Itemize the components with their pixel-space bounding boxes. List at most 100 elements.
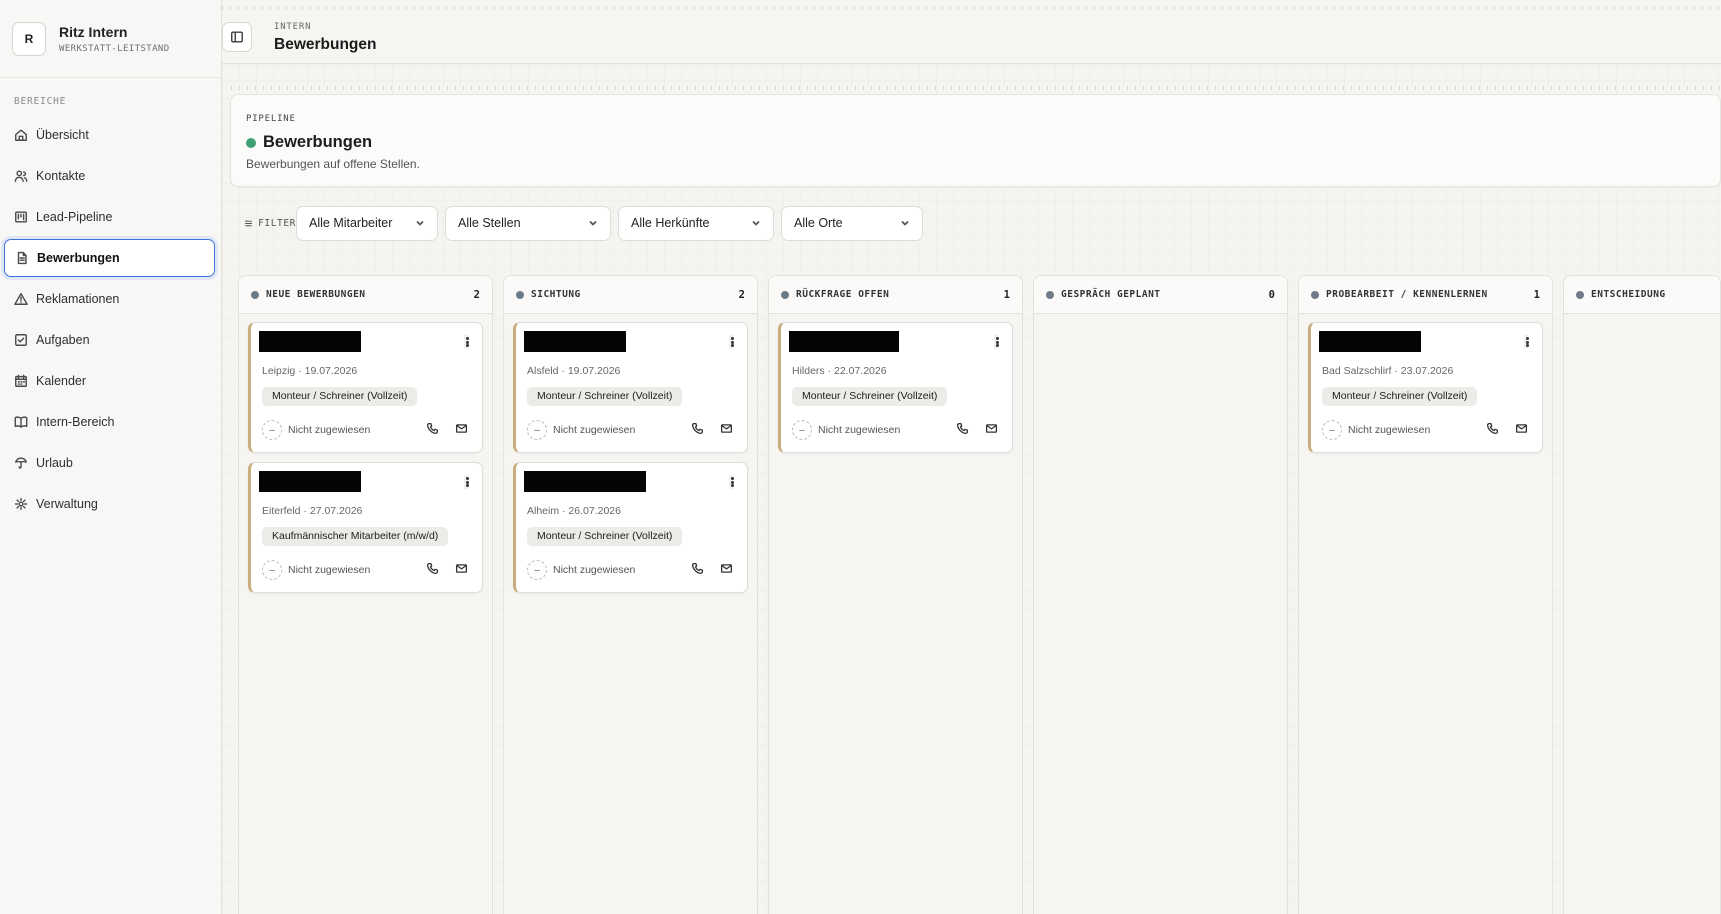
file-icon (17, 251, 27, 265)
application-card[interactable]: Alheim · 26.07.2026 Monteur / Schreiner … (513, 462, 748, 593)
sidebar-item-label: Übersicht (36, 128, 89, 142)
more-options-button[interactable] (994, 335, 999, 349)
column-count: 1 (1003, 288, 1010, 301)
more-options-button[interactable] (729, 335, 734, 349)
application-card[interactable]: Alsfeld · 19.07.2026 Monteur / Schreiner… (513, 322, 748, 453)
filter-label: FILTER (230, 217, 296, 230)
assignee-avatar: – (792, 420, 812, 440)
sidebar-item-label: Kalender (36, 374, 87, 388)
card-location-date: Alsfeld · 19.07.2026 (527, 365, 621, 377)
sidebar-item-lead-pipeline[interactable]: Lead-Pipeline (4, 198, 215, 236)
column-title: ENTSCHEIDUNG (1591, 289, 1666, 300)
chevron-down-icon (416, 220, 424, 226)
mail-icon[interactable] (985, 422, 998, 435)
assignee[interactable]: – Nicht zugewiesen (262, 560, 370, 580)
sidebar-nav: Übersicht Kontakte Lead-Pipeline Bewerbu… (0, 116, 221, 523)
column-title: SICHTUNG (531, 289, 581, 300)
assignee[interactable]: – Nicht zugewiesen (792, 420, 900, 440)
column-count: 1 (1533, 288, 1540, 301)
more-options-button[interactable] (464, 335, 469, 349)
column-header: SICHTUNG 2 (504, 276, 757, 314)
home-icon (15, 129, 27, 141)
column-count: 0 (1268, 288, 1275, 301)
assignee-label: Nicht zugewiesen (553, 424, 636, 436)
sidebar-item-label: Aufgaben (36, 333, 90, 347)
assignee-avatar: – (527, 420, 547, 440)
source-filter-select[interactable]: Alle Herkünfte (618, 205, 774, 241)
card-actions (691, 422, 733, 435)
sidebar-item-bewerbungen[interactable]: Bewerbungen (4, 239, 215, 277)
position-tag: Monteur / Schreiner (Vollzeit) (262, 387, 418, 406)
application-card[interactable]: Hilders · 22.07.2026 Monteur / Schreiner… (778, 322, 1013, 453)
mail-icon[interactable] (720, 422, 733, 435)
redacted-applicant-name (789, 331, 899, 352)
sidebar-item-kontakte[interactable]: Kontakte (4, 157, 215, 195)
mail-icon[interactable] (720, 562, 733, 575)
pipeline-label: PIPELINE (246, 114, 296, 124)
card-location-date: Bad Salzschlirf · 23.07.2026 (1322, 365, 1454, 377)
status-dot-icon (1576, 290, 1584, 299)
assignee[interactable]: – Nicht zugewiesen (527, 420, 635, 440)
sidebar-item-label: Reklamationen (36, 292, 120, 306)
assignee-avatar: – (527, 560, 547, 580)
column-title: RÜCKFRAGE OFFEN (796, 289, 890, 300)
phone-icon[interactable] (1486, 422, 1499, 435)
phone-icon[interactable] (691, 562, 704, 575)
application-card[interactable]: Leipzig · 19.07.2026 Monteur / Schreiner… (248, 322, 483, 453)
column-header: GESPRÄCH GEPLANT 0 (1034, 276, 1287, 314)
column-header: PROBEARBEIT / KENNENLERNEN 1 (1299, 276, 1552, 314)
status-dot-icon (251, 290, 259, 299)
position-tag: Monteur / Schreiner (Vollzeit) (527, 387, 683, 406)
more-options-button[interactable] (1524, 335, 1529, 349)
more-options-button[interactable] (729, 475, 734, 489)
sidebar-item-label: Intern-Bereich (36, 415, 115, 429)
phone-icon[interactable] (426, 562, 439, 575)
calendar-icon (15, 374, 27, 387)
status-dot-icon (781, 290, 789, 299)
pipeline-title: Bewerbungen (263, 133, 373, 151)
application-card[interactable]: Bad Salzschlirf · 23.07.2026 Monteur / S… (1308, 322, 1543, 453)
mail-icon[interactable] (455, 562, 468, 575)
book-icon (14, 416, 28, 428)
position-filter-select[interactable]: Alle Stellen (445, 205, 611, 241)
mail-icon[interactable] (455, 422, 468, 435)
assignee-avatar: – (262, 420, 282, 440)
sidebar-item-kalender[interactable]: Kalender (4, 362, 215, 400)
sidebar-item-uebersicht[interactable]: Übersicht (4, 116, 215, 154)
assignee-label: Nicht zugewiesen (288, 424, 371, 436)
phone-icon[interactable] (426, 422, 439, 435)
position-tag: Monteur / Schreiner (Vollzeit) (1322, 387, 1478, 406)
mail-icon[interactable] (1515, 422, 1528, 435)
kanban-column-gespraech-geplant: GESPRÄCH GEPLANT 0 (1033, 275, 1288, 914)
breadcrumb: INTERN (274, 22, 312, 32)
sidebar-toggle-button[interactable] (222, 22, 252, 52)
location-filter-select[interactable]: Alle Orte (781, 205, 923, 241)
sidebar-item-label: Lead-Pipeline (36, 210, 113, 224)
sidebar-item-urlaub[interactable]: Urlaub (4, 444, 215, 482)
employee-filter-select[interactable]: Alle Mitarbeiter (296, 205, 438, 241)
chevron-down-icon (752, 220, 760, 226)
assignee[interactable]: – Nicht zugewiesen (1322, 420, 1430, 440)
select-value: Alle Orte (794, 216, 843, 230)
sidebar-item-verwaltung[interactable]: Verwaltung (4, 485, 215, 523)
select-value: Alle Mitarbeiter (309, 216, 393, 230)
sidebar-item-aufgaben[interactable]: Aufgaben (4, 321, 215, 359)
assignee-label: Nicht zugewiesen (553, 564, 636, 576)
page-title: Bewerbungen (274, 36, 377, 53)
assignee[interactable]: – Nicht zugewiesen (262, 420, 370, 440)
more-options-button[interactable] (464, 475, 469, 489)
phone-icon[interactable] (956, 422, 969, 435)
chevron-down-icon (589, 220, 597, 226)
sidebar-item-reklamationen[interactable]: Reklamationen (4, 280, 215, 318)
application-card[interactable]: Eiterfeld · 27.07.2026 Kaufmännischer Mi… (248, 462, 483, 593)
kanban-column-rueckfrage-offen: RÜCKFRAGE OFFEN 1 Hilders · 22.07.2026 M… (768, 275, 1023, 914)
sidebar-item-intern-bereich[interactable]: Intern-Bereich (4, 403, 215, 441)
redacted-applicant-name (259, 331, 361, 352)
assignee[interactable]: – Nicht zugewiesen (527, 560, 635, 580)
card-location-date: Leipzig · 19.07.2026 (262, 365, 358, 377)
card-actions (426, 562, 468, 575)
sidebar-item-label: Urlaub (36, 456, 73, 470)
phone-icon[interactable] (691, 422, 704, 435)
status-dot-icon (1046, 290, 1054, 299)
umbrella-icon (15, 457, 27, 469)
